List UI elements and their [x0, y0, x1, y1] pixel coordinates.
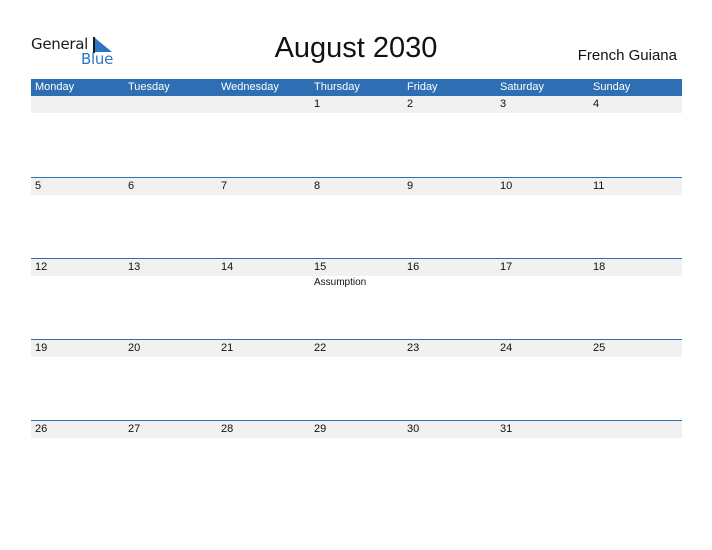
- day-number: [124, 96, 217, 113]
- day-number: 4: [593, 98, 600, 110]
- date-band: 12 13 14 15 16 17 18: [31, 259, 682, 276]
- day-number: 22: [314, 342, 327, 354]
- day-number: 30: [407, 423, 420, 435]
- day-number: 23: [407, 342, 420, 354]
- day-number: 13: [128, 261, 141, 273]
- date-band: 26 27 28 29 30 31: [31, 421, 682, 438]
- week-row: 5 6 7 8 9 10 11: [31, 177, 682, 258]
- weekday-sunday: Sunday: [593, 81, 631, 93]
- day-number: 3: [500, 98, 507, 110]
- day-event: [403, 276, 496, 289]
- day-number: 7: [221, 180, 228, 192]
- weekday-friday: Friday: [407, 81, 438, 93]
- day-event: [589, 276, 682, 289]
- day-number: 10: [500, 180, 513, 192]
- day-number: 21: [221, 342, 234, 354]
- day-number: 26: [35, 423, 48, 435]
- day-number: 15: [314, 261, 327, 273]
- day-number: 17: [500, 261, 513, 273]
- day-number: 28: [221, 423, 234, 435]
- day-event: [217, 276, 310, 289]
- date-band: 19 20 21 22 23 24 25: [31, 340, 682, 357]
- day-number: 2: [407, 98, 414, 110]
- weeks-container: 1 2 3 4 5 6 7 8 9 10 11 12 13 14 15 16 17 18 Assumption 19 2…: [31, 96, 682, 501]
- week-row: 1 2 3 4: [31, 96, 682, 177]
- day-event: [496, 276, 589, 289]
- week-row: 19 20 21 22 23 24 25: [31, 339, 682, 420]
- day-number: [589, 421, 682, 438]
- day-number: [217, 96, 310, 113]
- week-row: 26 27 28 29 30 31: [31, 420, 682, 501]
- day-number: 20: [128, 342, 141, 354]
- day-number: 5: [35, 180, 42, 192]
- day-number: 29: [314, 423, 327, 435]
- weekday-monday: Monday: [35, 81, 75, 93]
- day-number: 19: [35, 342, 48, 354]
- day-event: [31, 276, 124, 289]
- day-number: 11: [593, 180, 605, 192]
- weekday-wednesday: Wednesday: [221, 81, 279, 93]
- country-name: French Guiana: [577, 47, 677, 64]
- weekday-tuesday: Tuesday: [128, 81, 170, 93]
- day-number: 31: [500, 423, 513, 435]
- date-band: 5 6 7 8 9 10 11: [31, 178, 682, 195]
- events-row: Assumption: [31, 276, 682, 289]
- day-event: [124, 276, 217, 289]
- day-number: 8: [314, 180, 321, 192]
- weekday-saturday: Saturday: [500, 81, 545, 93]
- day-number: 25: [593, 342, 606, 354]
- day-number: 27: [128, 423, 141, 435]
- day-number: 9: [407, 180, 414, 192]
- day-number: 1: [314, 98, 321, 110]
- day-number: 16: [407, 261, 420, 273]
- day-number: 6: [128, 180, 135, 192]
- day-event: Assumption: [314, 277, 367, 288]
- weekday-thursday: Thursday: [314, 81, 360, 93]
- calendar-grid: Monday Tuesday Wednesday Thursday Friday…: [31, 79, 682, 501]
- day-number: 14: [221, 261, 234, 273]
- day-number: [31, 96, 124, 113]
- day-number: 18: [593, 261, 606, 273]
- date-band: 1 2 3 4: [31, 96, 682, 113]
- day-number: 12: [35, 261, 48, 273]
- week-row: 12 13 14 15 16 17 18 Assumption: [31, 258, 682, 339]
- weekday-header: Monday Tuesday Wednesday Thursday Friday…: [31, 79, 682, 96]
- day-number: 24: [500, 342, 513, 354]
